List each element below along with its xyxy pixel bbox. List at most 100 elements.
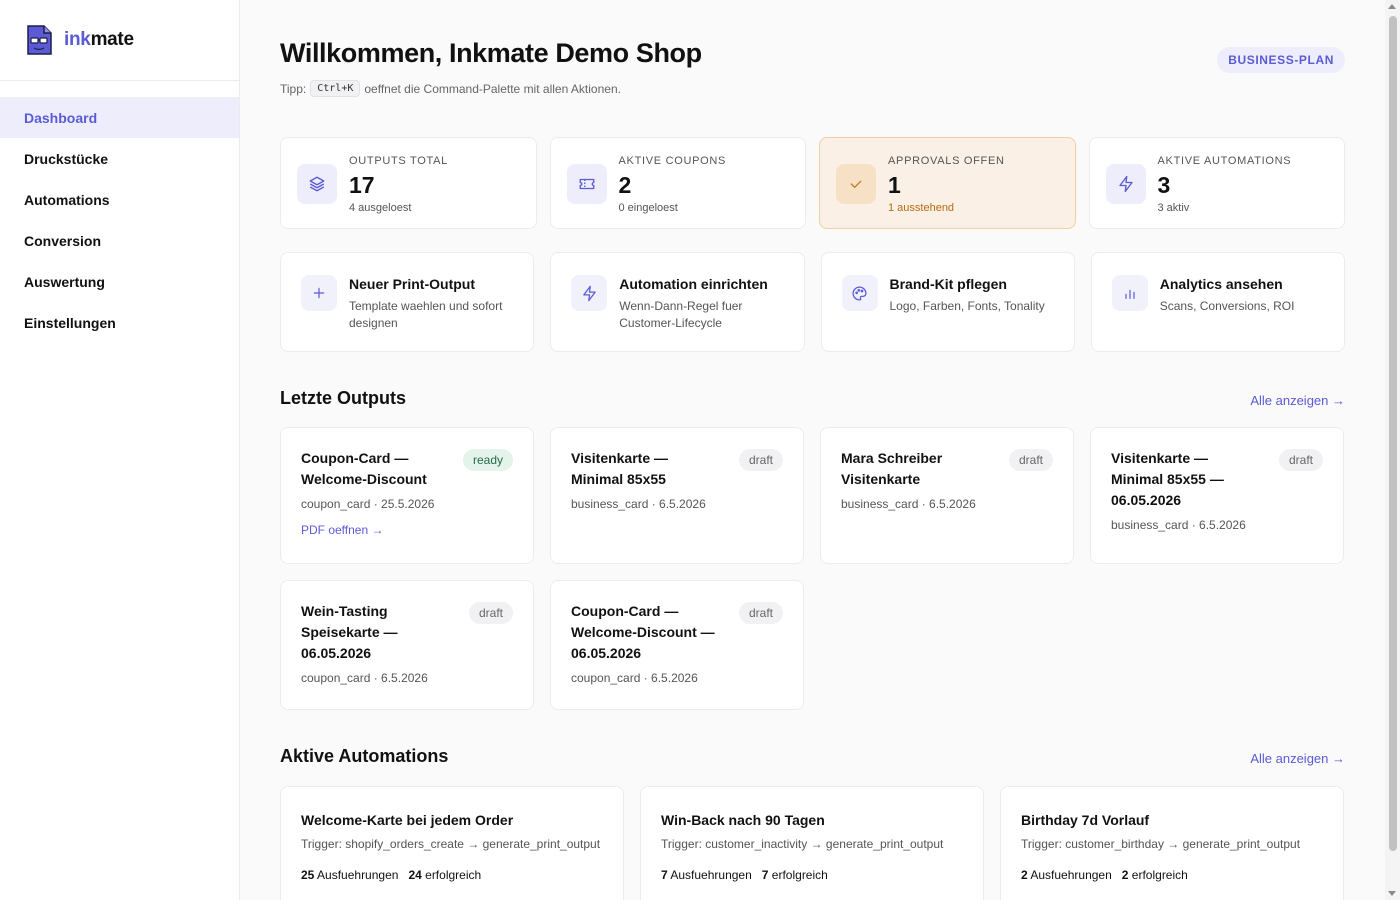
success-label: erfolgreich <box>425 868 482 882</box>
output-card[interactable]: Mara Schreiber Visitenkarte business_car… <box>820 427 1074 564</box>
bar-chart-icon <box>1111 275 1148 311</box>
brand[interactable]: inkmate <box>0 0 239 81</box>
output-card[interactable]: Wein-Tasting Speisekarte — 06.05.2026 co… <box>280 580 534 710</box>
page-title: Willkommen, Inkmate Demo Shop <box>280 38 702 68</box>
stat-card-outputs[interactable]: OUTPUTS TOTAL 17 4 ausgeloest <box>280 137 537 229</box>
output-meta: business_card · 6.5.2026 <box>841 497 976 511</box>
action-description: Wenn-Dann-Regel fuer Customer-Lifecycle <box>619 299 743 330</box>
output-card[interactable]: Visitenkarte — Minimal 85x55 — 06.05.202… <box>1090 427 1344 564</box>
see-all-automations-link[interactable]: Alle anzeigen → <box>1250 751 1345 766</box>
status-badge: draft <box>738 602 783 624</box>
sidebar-item-dashboard[interactable]: Dashboard <box>0 97 239 138</box>
action-brand-kit[interactable]: Brand-Kit pflegen Logo, Farben, Fonts, T… <box>820 252 1075 352</box>
automation-trigger: Trigger: shopify_orders_create → generat… <box>301 837 601 851</box>
automation-card[interactable]: Welcome-Karte bei jedem Order Trigger: s… <box>280 786 624 900</box>
scroll-up-arrow-icon[interactable] <box>1388 4 1396 9</box>
runs-count: 7 <box>661 868 668 882</box>
plus-icon <box>301 275 337 311</box>
tip-suffix: oeffnet die Command-Palette mit allen Ak… <box>364 81 621 96</box>
output-meta: coupon_card · 6.5.2026 <box>301 671 428 685</box>
inkmate-logo-icon <box>27 25 52 55</box>
output-meta: coupon_card · 6.5.2026 <box>571 671 698 685</box>
stat-value: 17 <box>349 172 375 198</box>
success-count: 7 <box>761 868 769 882</box>
output-card[interactable]: Coupon-Card — Welcome-Discount coupon_ca… <box>280 427 534 564</box>
success-label: erfolgreich <box>771 868 828 882</box>
see-all-outputs-link[interactable]: Alle anzeigen → <box>1250 393 1345 408</box>
plan-badge: BUSINESS-PLAN <box>1217 47 1345 73</box>
action-setup-automation[interactable]: Automation einrichten Wenn-Dann-Regel fu… <box>550 252 805 352</box>
stat-label: APPROVALS OFFEN <box>888 155 1005 167</box>
output-title: Visitenkarte — Minimal 85x55 — 06.05.202… <box>1111 450 1224 508</box>
automation-title: Welcome-Karte bei jedem Order <box>301 812 514 828</box>
keyboard-shortcut: Ctrl+K <box>310 80 361 97</box>
vertical-scrollbar[interactable] <box>1385 0 1400 900</box>
stat-label: AKTIVE AUTOMATIONS <box>1157 155 1292 167</box>
automation-trigger: Trigger: customer_birthday → generate_pr… <box>1021 837 1301 851</box>
automation-stats: 7 Ausfuehrungen 7 erfolgreich <box>661 868 963 882</box>
runs-label: Ausfuehrungen <box>317 868 399 882</box>
section-title-automations: Aktive Automations <box>280 746 449 766</box>
sidebar-item-conversion[interactable]: Conversion <box>0 220 239 261</box>
status-badge: draft <box>1278 449 1323 471</box>
action-new-print-output[interactable]: Neuer Print-Output Template waehlen und … <box>280 252 535 352</box>
success-stat: 7 erfolgreich <box>762 868 828 882</box>
status-badge: draft <box>738 449 783 471</box>
stat-card-coupons[interactable]: AKTIVE COUPONS 2 0 eingeloest <box>549 137 806 229</box>
output-meta: business_card · 6.5.2026 <box>1111 518 1246 532</box>
sidebar-item-einstellungen[interactable]: Einstellungen <box>0 302 239 343</box>
output-title: Wein-Tasting Speisekarte — 06.05.2026 <box>301 603 398 661</box>
stats-row: OUTPUTS TOTAL 17 4 ausgeloest AKTIVE COU… <box>280 137 1345 229</box>
stat-value: 2 <box>618 172 632 198</box>
output-title: Coupon-Card — Welcome-Discount — 06.05.2… <box>571 603 715 661</box>
zap-icon <box>1105 164 1146 204</box>
automation-card[interactable]: Birthday 7d Vorlauf Trigger: customer_bi… <box>1000 786 1344 900</box>
tip-prefix: Tipp: <box>280 81 307 96</box>
action-title: Analytics ansehen <box>1159 276 1283 292</box>
sidebar-item-druckstuecke[interactable]: Druckstücke <box>0 138 239 179</box>
output-title: Coupon-Card — Welcome-Discount <box>301 450 427 487</box>
section-title-outputs: Letzte Outputs <box>280 388 406 408</box>
runs-count: 25 <box>301 868 315 882</box>
success-count: 2 <box>1121 868 1129 882</box>
layers-icon <box>297 164 337 204</box>
output-title: Visitenkarte — Minimal 85x55 <box>571 450 669 487</box>
action-analytics[interactable]: Analytics ansehen Scans, Conversions, RO… <box>1090 252 1345 352</box>
sidebar: inkmate Dashboard Druckstücke Automation… <box>0 0 240 900</box>
scrollbar-thumb[interactable] <box>1389 16 1397 851</box>
runs-stat: 25 Ausfuehrungen <box>301 868 398 882</box>
action-description: Template waehlen und sofort designen <box>349 299 503 330</box>
scroll-down-arrow-icon[interactable] <box>1388 891 1396 896</box>
stat-sub: 4 ausgeloest <box>349 202 412 214</box>
palette-icon <box>841 275 878 311</box>
brand-name-prefix: ink <box>64 29 91 50</box>
success-label: erfolgreich <box>1131 868 1188 882</box>
stat-sub: 1 ausstehend <box>888 202 955 214</box>
status-badge: ready <box>462 449 513 471</box>
automation-trigger: Trigger: customer_inactivity → generate_… <box>661 837 944 851</box>
action-description: Logo, Farben, Fonts, Tonality <box>889 299 1045 313</box>
status-badge: draft <box>1008 449 1053 471</box>
success-count: 24 <box>408 868 422 882</box>
runs-stat: 2 Ausfuehrungen <box>1021 868 1112 882</box>
stat-card-automations[interactable]: AKTIVE AUTOMATIONS 3 3 aktiv <box>1088 137 1345 229</box>
stat-sub: 3 aktiv <box>1157 202 1190 214</box>
ticket-icon <box>566 164 607 204</box>
check-icon <box>836 164 876 204</box>
output-meta: business_card · 6.5.2026 <box>571 497 706 511</box>
zap-icon <box>571 275 608 311</box>
success-stat: 24 erfolgreich <box>408 868 481 882</box>
stat-card-approvals[interactable]: APPROVALS OFFEN 1 1 ausstehend <box>819 137 1076 229</box>
runs-count: 2 <box>1021 868 1028 882</box>
sidebar-item-auswertung[interactable]: Auswertung <box>0 261 239 302</box>
automation-card[interactable]: Win-Back nach 90 Tagen Trigger: customer… <box>640 786 984 900</box>
sidebar-nav: Dashboard Druckstücke Automations Conver… <box>0 97 239 343</box>
stat-label: AKTIVE COUPONS <box>618 155 727 167</box>
stat-label: OUTPUTS TOTAL <box>349 155 448 167</box>
output-card[interactable]: Visitenkarte — Minimal 85x55 business_ca… <box>550 427 804 564</box>
pdf-open-link[interactable]: PDF oeffnen → <box>301 523 513 537</box>
sidebar-item-automations[interactable]: Automations <box>0 179 239 220</box>
quick-actions: Neuer Print-Output Template waehlen und … <box>280 252 1345 352</box>
output-card[interactable]: Coupon-Card — Welcome-Discount — 06.05.2… <box>550 580 804 710</box>
runs-label: Ausfuehrungen <box>1030 868 1112 882</box>
